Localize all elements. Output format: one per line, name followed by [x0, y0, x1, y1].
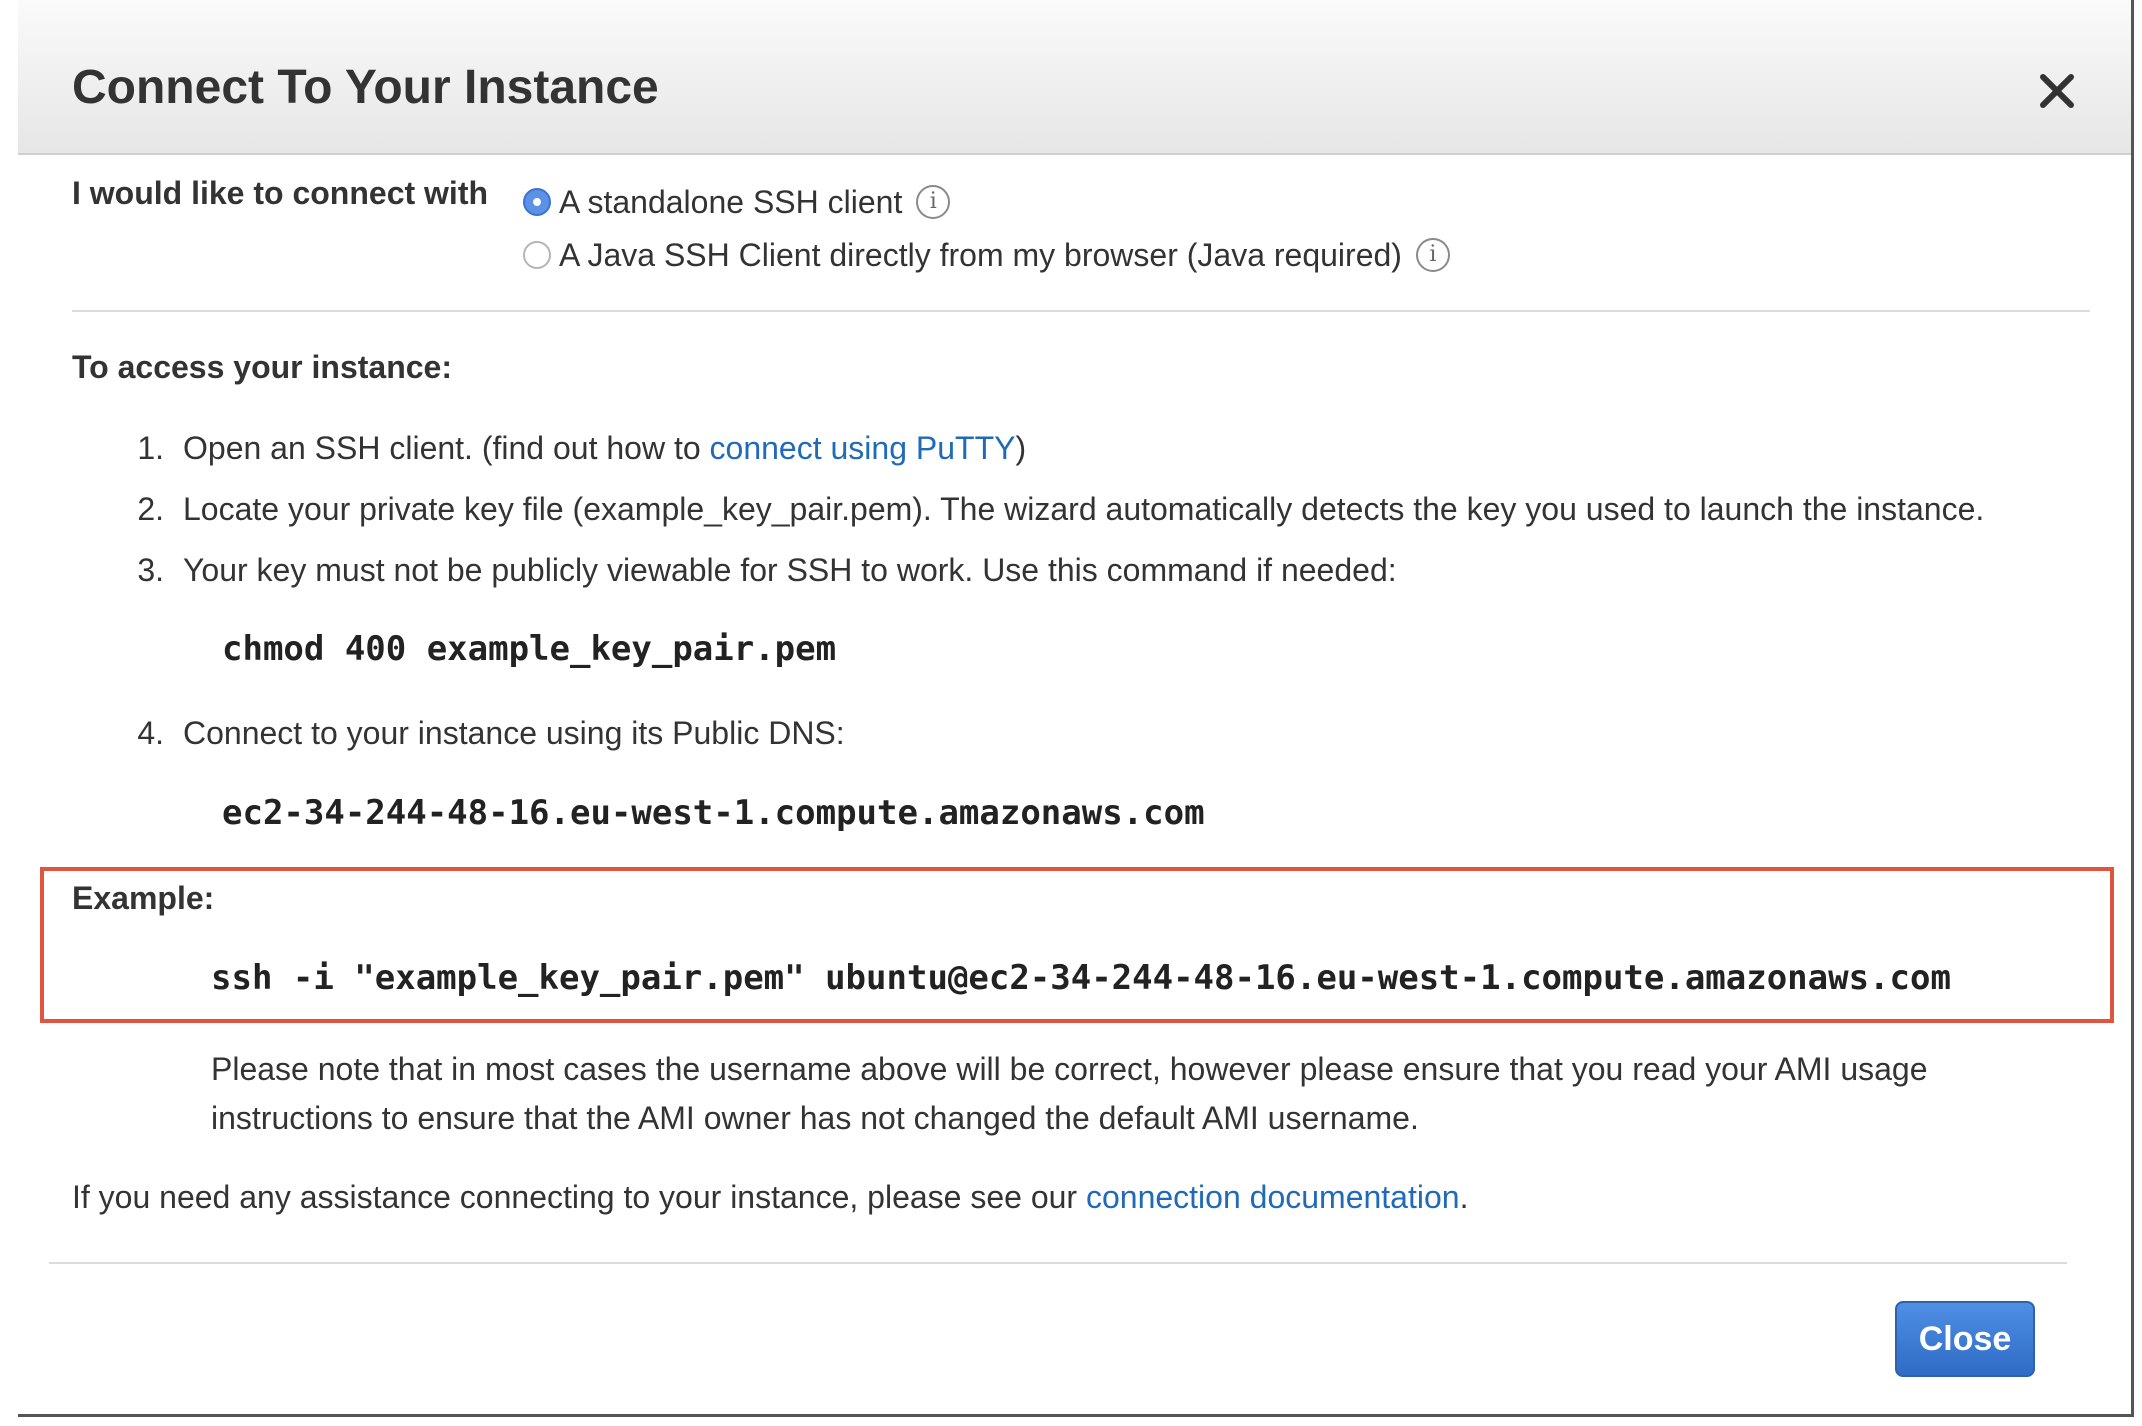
radio-option-java-ssh[interactable]: A Java SSH Client directly from my brows… — [523, 235, 1450, 275]
step-4: 4. Connect to your instance using its Pub… — [118, 715, 845, 752]
radio-button-selected[interactable] — [523, 188, 551, 216]
access-title: To access your instance: — [72, 349, 452, 385]
connect-using-putty-link[interactable]: connect using PuTTY — [710, 430, 1016, 466]
step-3: 3. Your key must not be publicly viewable… — [118, 552, 1397, 589]
connect-dialog: Connect To Your Instance I would like to… — [18, 0, 2134, 1417]
radio-button[interactable] — [523, 241, 551, 269]
public-dns: ec2-34-244-48-16.eu-west-1.compute.amazo… — [222, 793, 1205, 833]
connect-with-label: I would like to connect with — [72, 175, 489, 211]
dialog-header: Connect To Your Instance — [18, 0, 2131, 155]
step-1: 1. Open an SSH client. (find out how to c… — [118, 430, 1026, 467]
radio-label-standalone-ssh: A standalone SSH client — [559, 183, 903, 220]
step-number: 3. — [137, 552, 164, 588]
example-label: Example: — [72, 880, 215, 916]
footer-divider — [49, 1262, 2067, 1264]
username-note: Please note that in most cases the usern… — [211, 1051, 1928, 1136]
dialog-title: Connect To Your Instance — [72, 61, 659, 114]
assistance-text-end: . — [1459, 1179, 1469, 1215]
chmod-command: chmod 400 example_key_pair.pem — [222, 629, 837, 669]
step-number: 2. — [137, 491, 164, 527]
close-button[interactable]: Close — [1895, 1301, 2035, 1377]
radio-label-java-ssh: A Java SSH Client directly from my brows… — [559, 236, 1402, 273]
assistance-text: If you need any assistance connecting to… — [72, 1179, 1468, 1216]
step-number: 1. — [137, 430, 164, 466]
step-text: Your key must not be publicly viewable f… — [183, 552, 1397, 588]
info-icon[interactable]: i — [916, 185, 951, 219]
step-text-end: ) — [1015, 430, 1027, 466]
close-icon[interactable] — [2032, 66, 2082, 116]
radio-option-standalone-ssh[interactable]: A standalone SSH client i — [523, 182, 951, 222]
example-highlight — [40, 867, 2114, 1023]
step-number: 4. — [137, 715, 164, 751]
divider — [72, 310, 2090, 312]
step-text: Open an SSH client. (find out how to — [183, 430, 710, 466]
step-2: 2. Locate your private key file (example_… — [118, 491, 1984, 528]
info-icon[interactable]: i — [1415, 238, 1450, 272]
assistance-text-start: If you need any assistance connecting to… — [72, 1179, 1086, 1215]
ssh-example-command: ssh -i "example_key_pair.pem" ubuntu@ec2… — [211, 958, 1951, 998]
step-text: Connect to your instance using its Publi… — [183, 715, 845, 751]
step-text: Locate your private key file (example_ke… — [183, 491, 1985, 527]
connection-documentation-link[interactable]: connection documentation — [1086, 1179, 1460, 1215]
